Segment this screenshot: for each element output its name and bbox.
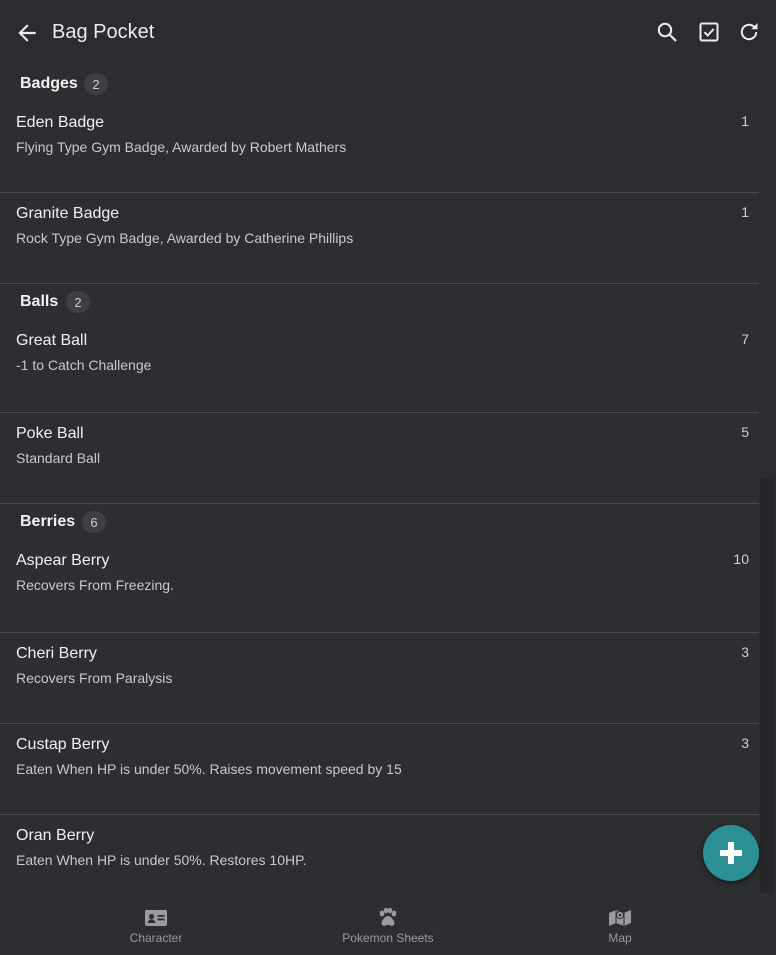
- group-name: Berries: [20, 513, 76, 530]
- map-icon: [609, 910, 631, 926]
- group-count-badge: 2: [66, 291, 90, 313]
- checkbox-icon[interactable]: [697, 20, 721, 44]
- list-item[interactable]: Custap Berry Eaten When HP is under 50%.…: [0, 724, 759, 815]
- item-description: Eaten When HP is under 50%. Restores 10H…: [16, 852, 307, 868]
- item-description: -1 to Catch Challenge: [16, 357, 152, 373]
- group-name: Badges: [20, 75, 78, 92]
- nav-item-map[interactable]: Map: [504, 893, 736, 955]
- item-name: Custap Berry: [16, 736, 110, 753]
- scrollbar-thumb[interactable]: [760, 478, 774, 893]
- item-name: Aspear Berry: [16, 552, 110, 569]
- list-item[interactable]: Great Ball -1 to Catch Challenge 7: [0, 320, 759, 413]
- nav-item-character[interactable]: Character: [40, 893, 272, 955]
- list-item[interactable]: Poke Ball Standard Ball 5: [0, 413, 759, 504]
- list-item[interactable]: Aspear Berry Recovers From Freezing. 10: [0, 540, 759, 633]
- group-name: Balls: [20, 293, 59, 310]
- item-quantity: 5: [741, 424, 749, 440]
- item-name: Oran Berry: [16, 827, 95, 844]
- list-item[interactable]: Cheri Berry Recovers From Paralysis 3: [0, 633, 759, 724]
- item-quantity: 1: [741, 113, 749, 129]
- item-description: Recovers From Freezing.: [16, 577, 174, 593]
- app-bar: Bag Pocket: [0, 0, 776, 66]
- list-item[interactable]: Eden Badge Flying Type Gym Badge, Awarde…: [0, 102, 759, 193]
- group-count-badge: 2: [84, 73, 108, 95]
- group-header-balls: Balls 2: [0, 284, 759, 320]
- search-icon[interactable]: [655, 20, 679, 44]
- nav-label: Map: [608, 931, 632, 945]
- add-item-button[interactable]: [703, 825, 759, 881]
- page-title: Bag Pocket: [52, 21, 155, 43]
- nav-item-pokemon-sheets[interactable]: Pokemon Sheets: [272, 893, 504, 955]
- id-card-icon: [145, 910, 167, 926]
- list-item[interactable]: Granite Badge Rock Type Gym Badge, Award…: [0, 193, 759, 284]
- item-name: Cheri Berry: [16, 645, 97, 662]
- item-description: Recovers From Paralysis: [16, 670, 173, 686]
- item-description: Eaten When HP is under 50%. Raises movem…: [16, 761, 402, 777]
- item-description: Standard Ball: [16, 450, 101, 466]
- item-quantity: 3: [741, 735, 749, 751]
- paw-icon: [379, 907, 397, 926]
- item-quantity: 10: [733, 551, 749, 567]
- refresh-icon[interactable]: [737, 20, 761, 44]
- list-item[interactable]: Oran Berry Eaten When HP is under 50%. R…: [0, 815, 759, 893]
- bottom-navigation: Character Pokemon Sheets Map: [0, 893, 776, 955]
- item-list[interactable]: Badges 2 Eden Badge Flying Type Gym Badg…: [0, 66, 759, 893]
- item-name: Poke Ball: [16, 425, 84, 442]
- nav-label: Pokemon Sheets: [342, 931, 434, 945]
- plus-icon: [720, 842, 742, 864]
- item-quantity: 3: [741, 644, 749, 660]
- item-quantity: 1: [741, 204, 749, 220]
- item-name: Great Ball: [16, 332, 88, 349]
- group-count-badge: 6: [82, 511, 106, 533]
- item-description: Rock Type Gym Badge, Awarded by Catherin…: [16, 230, 354, 246]
- item-name: Eden Badge: [16, 114, 105, 131]
- item-quantity: 7: [741, 331, 749, 347]
- arrow-back-icon[interactable]: [14, 20, 40, 46]
- item-name: Granite Badge: [16, 205, 120, 222]
- group-header-badges: Badges 2: [0, 66, 759, 102]
- group-header-berries: Berries 6: [0, 504, 759, 540]
- item-description: Flying Type Gym Badge, Awarded by Robert…: [16, 139, 347, 155]
- nav-label: Character: [129, 931, 183, 945]
